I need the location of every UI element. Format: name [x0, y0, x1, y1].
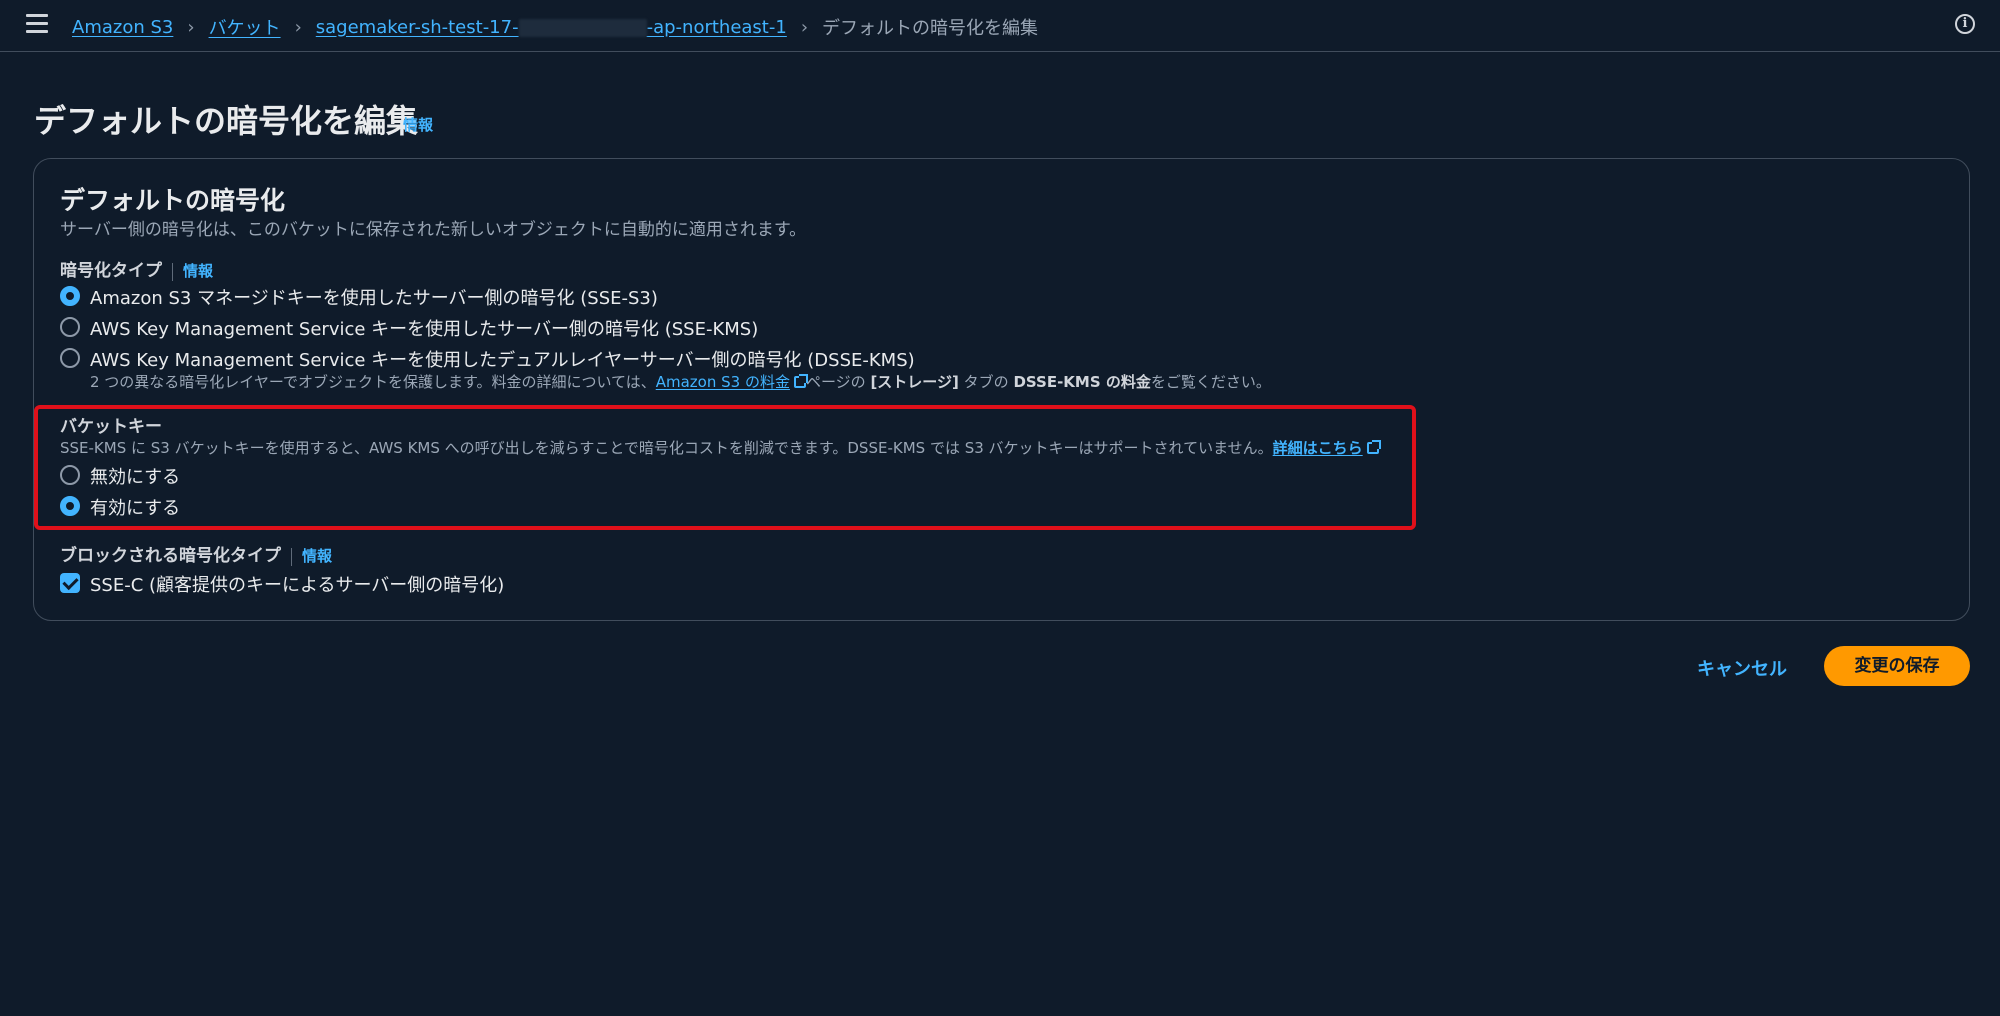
panel-description: サーバー側の暗号化は、このバケットに保存された新しいオブジェクトに自動的に適用さ… — [60, 220, 807, 240]
encryption-type-header: 暗号化タイプ 情報 — [60, 256, 213, 281]
panel-title: デフォルトの暗号化 — [60, 186, 286, 215]
encryption-type-info-link[interactable]: 情報 — [183, 262, 213, 280]
info-icon[interactable]: i — [1955, 14, 1975, 34]
divider — [172, 262, 173, 281]
dsse-desc-text-4: をご覧ください。 — [1150, 373, 1271, 391]
s3-pricing-link[interactable]: Amazon S3 の料金 — [656, 373, 790, 391]
bucket-name-prefix: sagemaker-sh-test-17- — [315, 16, 519, 38]
bucket-name-suffix: -ap-northeast-1 — [646, 16, 787, 38]
page-title: デフォルトの暗号化を編集 — [34, 102, 419, 140]
blocked-encryption-header: ブロックされる暗号化タイプ 情報 — [60, 541, 332, 566]
cancel-button[interactable]: キャンセル — [1697, 655, 1787, 681]
default-encryption-panel: デフォルトの暗号化 サーバー側の暗号化は、このバケットに保存された新しいオブジェ… — [33, 158, 1970, 621]
chevron-right-icon: › — [800, 16, 809, 38]
radio-sse-kms[interactable] — [60, 317, 80, 337]
redacted-account-id — [518, 18, 647, 37]
dsse-desc-text-1: 2 つの異なる暗号化レイヤーでオブジェクトを保護します。料金の詳細については、 — [90, 373, 656, 391]
breadcrumb-buckets[interactable]: バケット — [209, 14, 281, 40]
chevron-right-icon: › — [187, 16, 195, 38]
radio-sse-kms-label[interactable]: AWS Key Management Service キーを使用したサーバー側の… — [90, 315, 758, 341]
save-changes-button[interactable]: 変更の保存 — [1824, 646, 1970, 686]
hamburger-menu-icon[interactable] — [26, 14, 48, 34]
blocked-encryption-info-link[interactable]: 情報 — [302, 547, 332, 565]
sse-c-checkbox[interactable] — [60, 573, 80, 593]
page-info-link[interactable]: 情報 — [403, 114, 433, 135]
chevron-right-icon: › — [294, 16, 302, 38]
encryption-type-label: 暗号化タイプ — [60, 261, 162, 281]
breadcrumb-current: デフォルトの暗号化を編集 — [822, 18, 1039, 39]
breadcrumb-bucket-name[interactable]: sagemaker-sh-test-17- -ap-northeast-1 — [316, 17, 787, 38]
divider — [291, 547, 292, 566]
blocked-encryption-label: ブロックされる暗号化タイプ — [60, 546, 281, 566]
radio-dsse-kms-label[interactable]: AWS Key Management Service キーを使用したデュアルレイ… — [90, 346, 915, 372]
dsse-desc-text-3: タブの — [963, 373, 1009, 391]
dsse-desc-bold-2: DSSE-KMS の料金 — [1013, 373, 1151, 391]
highlight-box — [34, 405, 1416, 530]
dsse-desc-bold-1: [ストレージ] — [870, 373, 959, 391]
radio-sse-s3[interactable] — [60, 286, 80, 306]
dsse-desc-text-2: ページの — [805, 373, 866, 391]
breadcrumb: Amazon S3 › バケット › sagemaker-sh-test-17-… — [72, 14, 1038, 40]
external-link-icon — [793, 374, 808, 388]
radio-dsse-kms[interactable] — [60, 348, 80, 368]
dsse-kms-description: 2 つの異なる暗号化レイヤーでオブジェクトを保護します。料金の詳細については、A… — [90, 371, 1271, 392]
sse-c-checkbox-label[interactable]: SSE-C (顧客提供のキーによるサーバー側の暗号化) — [90, 571, 504, 597]
radio-sse-s3-label[interactable]: Amazon S3 マネージドキーを使用したサーバー側の暗号化 (SSE-S3) — [90, 284, 658, 310]
top-navigation-bar: Amazon S3 › バケット › sagemaker-sh-test-17-… — [0, 0, 2000, 52]
breadcrumb-amazon-s3[interactable]: Amazon S3 — [72, 17, 173, 38]
